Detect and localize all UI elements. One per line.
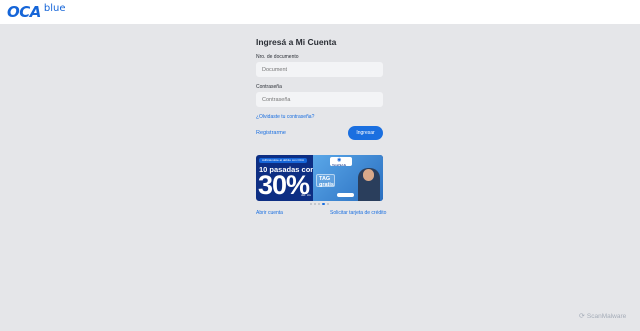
promo-banner[interactable]: Adhiriéndote al débito con OCA 10 pasada…: [256, 155, 383, 201]
logo-oca-text: OCA: [7, 3, 41, 21]
carousel-dot-active[interactable]: [322, 203, 325, 205]
carousel-dot[interactable]: [318, 203, 320, 205]
carousel-dots: [310, 203, 329, 205]
oca-blue-logo[interactable]: OCA blue: [7, 3, 66, 21]
document-label: Nro. de documento: [256, 54, 299, 60]
register-link[interactable]: Registrarme: [256, 130, 286, 136]
driver-face: [363, 169, 374, 181]
forgot-password-link[interactable]: ¿Olvidaste tu contraseña?: [256, 114, 314, 120]
banner-cta: [337, 193, 354, 197]
watermark-text: ScanMalware: [586, 312, 627, 320]
toll-icon: ◉: [337, 157, 342, 163]
carousel-dot[interactable]: [314, 203, 316, 205]
banner-image: ◉ TELEPEAJE TAG gratis: [313, 155, 383, 201]
scanmalware-watermark: ⟳ ScanMalware: [579, 312, 627, 321]
password-label: Contraseña: [256, 84, 282, 90]
open-account-link[interactable]: Abrir cuenta: [256, 210, 283, 216]
page-title: Ingresá a Mi Cuenta: [256, 37, 337, 47]
telepeaje-text: TELEPEAJE: [332, 164, 347, 167]
document-input[interactable]: [256, 62, 383, 77]
password-input[interactable]: [256, 92, 383, 107]
scanmalware-icon: ⟳: [579, 313, 585, 320]
top-bar: OCA blue: [0, 0, 640, 24]
tag-gratis-card: TAG gratis: [316, 174, 335, 188]
banner-tagline: Adhiriéndote al débito con OCA: [259, 158, 308, 163]
request-card-link[interactable]: Solicitar tarjeta de crédito: [330, 210, 386, 216]
banner-note: dto. c/u: [301, 193, 311, 197]
carousel-dot[interactable]: [327, 203, 329, 205]
login-button[interactable]: Ingresar: [348, 126, 383, 140]
logo-blue-text: blue: [43, 3, 66, 14]
carousel-dot[interactable]: [310, 203, 312, 205]
